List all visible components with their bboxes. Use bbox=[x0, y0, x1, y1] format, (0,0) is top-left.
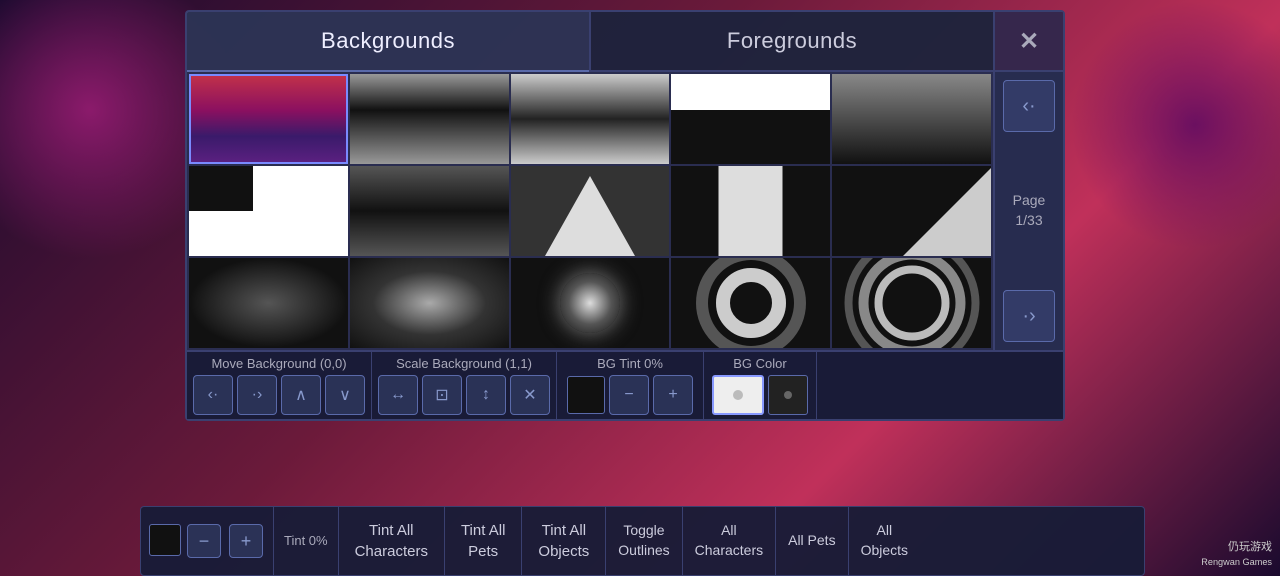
page-label: Page bbox=[1013, 192, 1046, 208]
next-page-button[interactable]: ·› bbox=[1003, 290, 1055, 342]
chevron-left-icon: ‹· bbox=[1022, 95, 1035, 118]
bg-color-label: BG Color bbox=[733, 356, 786, 371]
bottom-tint-label: Tint 0% bbox=[284, 533, 328, 550]
bottom-minus-icon: − bbox=[199, 531, 210, 552]
page-value: 1/33 bbox=[1015, 212, 1042, 228]
scale-bg-buttons: ↔ ⊡ ↕ ✕ bbox=[378, 375, 550, 415]
bg-cell-2-4[interactable] bbox=[671, 166, 830, 256]
bg-cell-1-5[interactable] bbox=[832, 74, 991, 164]
plus-icon: + bbox=[668, 386, 677, 404]
scale-expand-horiz-button[interactable]: ↔ bbox=[378, 375, 418, 415]
tint-all-characters-button[interactable]: Tint AllCharacters bbox=[339, 507, 445, 575]
bottom-tint-plus-button[interactable]: + bbox=[229, 524, 263, 558]
bg-tint-controls: − + bbox=[567, 375, 693, 415]
tint-all-objects-label: Tint AllObjects bbox=[538, 520, 589, 562]
bg-color-swatches bbox=[712, 375, 808, 415]
minus-icon: − bbox=[624, 386, 633, 404]
bg-color-white-swatch[interactable] bbox=[712, 375, 764, 415]
bg-cell-3-3[interactable] bbox=[511, 258, 670, 348]
close-button[interactable]: ✕ bbox=[993, 12, 1063, 72]
main-panel: Backgrounds Foregrounds ✕ bbox=[185, 10, 1065, 421]
tab-row: Backgrounds Foregrounds ✕ bbox=[187, 12, 1063, 72]
page-info: Page 1/33 bbox=[1013, 191, 1046, 230]
arrow-up-icon: ∧ bbox=[295, 385, 307, 405]
scale-x-button[interactable]: ✕ bbox=[510, 375, 550, 415]
logo-area: 仍玩游戏Rengwan Games bbox=[1201, 538, 1272, 568]
expand-vert-icon: ↕ bbox=[482, 386, 490, 404]
scale-bg-label: Scale Background (1,1) bbox=[396, 356, 532, 371]
all-pets-label: All Pets bbox=[788, 531, 835, 551]
concentric-rings-multi bbox=[874, 266, 949, 341]
bg-color-group: BG Color bbox=[704, 352, 817, 419]
move-bg-label: Move Background (0,0) bbox=[211, 356, 346, 371]
bg-cell-2-3[interactable] bbox=[511, 166, 670, 256]
arrow-right-icon: ·› bbox=[252, 386, 263, 404]
tint-all-pets-button[interactable]: Tint AllPets bbox=[445, 507, 522, 575]
scale-bg-group: Scale Background (1,1) ↔ ⊡ ↕ ✕ bbox=[372, 352, 557, 419]
bottom-tint-label-section: Tint 0% bbox=[274, 507, 339, 575]
close-icon: ✕ bbox=[1019, 27, 1039, 56]
all-pets-button[interactable]: All Pets bbox=[776, 507, 848, 575]
bg-cell-3-4[interactable] bbox=[671, 258, 830, 348]
tab-backgrounds-label: Backgrounds bbox=[321, 28, 455, 54]
bg-tint-plus-button[interactable]: + bbox=[653, 375, 693, 415]
content-area: ‹· Page 1/33 ·› bbox=[187, 72, 1063, 350]
tab-foregrounds[interactable]: Foregrounds bbox=[591, 12, 993, 72]
move-bg-buttons: ‹· ·› ∧ ∨ bbox=[193, 375, 365, 415]
bg-tint-label: BG Tint 0% bbox=[597, 356, 663, 371]
white-swatch-dot bbox=[733, 390, 743, 400]
move-bg-left-button[interactable]: ‹· bbox=[193, 375, 233, 415]
tint-all-objects-button[interactable]: Tint AllObjects bbox=[522, 507, 606, 575]
nav-sidebar: ‹· Page 1/33 ·› bbox=[993, 72, 1063, 350]
expand-horiz-icon: ↔ bbox=[390, 386, 406, 404]
bg-cell-2-1[interactable] bbox=[189, 166, 348, 256]
all-objects-label: AllObjects bbox=[861, 521, 908, 560]
toggle-outlines-label: ToggleOutlines bbox=[618, 521, 669, 560]
bg-tint-group: BG Tint 0% − + bbox=[557, 352, 704, 419]
bg-cell-2-2[interactable] bbox=[350, 166, 509, 256]
bg-cell-3-1[interactable] bbox=[189, 258, 348, 348]
bg-color-dark-swatch[interactable] bbox=[768, 375, 808, 415]
bg-cell-1-4[interactable] bbox=[671, 74, 830, 164]
tab-foregrounds-label: Foregrounds bbox=[727, 28, 857, 54]
scale-x-icon: ✕ bbox=[523, 385, 536, 405]
move-bg-right-button[interactable]: ·› bbox=[237, 375, 277, 415]
tab-backgrounds[interactable]: Backgrounds bbox=[187, 12, 589, 72]
shrink-horiz-icon: ⊡ bbox=[435, 385, 448, 405]
bg-cell-1-2[interactable] bbox=[350, 74, 509, 164]
scale-shrink-horiz-button[interactable]: ⊡ bbox=[422, 375, 462, 415]
bg-cell-1-1[interactable] bbox=[189, 74, 348, 164]
bg-tint-swatch[interactable] bbox=[567, 376, 605, 414]
bottom-tint-section: − + bbox=[141, 507, 274, 575]
bottom-toolbar: − + Tint 0% Tint AllCharacters Tint AllP… bbox=[140, 506, 1145, 576]
move-bg-group: Move Background (0,0) ‹· ·› ∧ ∨ bbox=[187, 352, 372, 419]
bg-cell-2-5[interactable] bbox=[832, 166, 991, 256]
all-objects-button[interactable]: AllObjects bbox=[849, 507, 920, 575]
logo-text: 仍玩游戏Rengwan Games bbox=[1201, 541, 1272, 568]
arrow-left-icon: ‹· bbox=[208, 386, 219, 404]
bottom-tint-minus-button[interactable]: − bbox=[187, 524, 221, 558]
tint-all-chars-label: Tint AllCharacters bbox=[355, 520, 428, 562]
bg-tint-minus-button[interactable]: − bbox=[609, 375, 649, 415]
all-characters-button[interactable]: AllCharacters bbox=[683, 507, 776, 575]
scale-expand-vert-button[interactable]: ↕ bbox=[466, 375, 506, 415]
bg-grid bbox=[187, 72, 993, 350]
controls-row: Move Background (0,0) ‹· ·› ∧ ∨ Scale Ba… bbox=[187, 350, 1063, 419]
toggle-outlines-button[interactable]: ToggleOutlines bbox=[606, 507, 682, 575]
move-bg-up-button[interactable]: ∧ bbox=[281, 375, 321, 415]
all-characters-label: AllCharacters bbox=[695, 521, 763, 560]
prev-page-button[interactable]: ‹· bbox=[1003, 80, 1055, 132]
bg-cell-1-3[interactable] bbox=[511, 74, 670, 164]
dark-swatch-dot bbox=[784, 391, 792, 399]
bg-cell-3-5[interactable] bbox=[832, 258, 991, 348]
tint-all-pets-label: Tint AllPets bbox=[461, 520, 505, 562]
bottom-plus-icon: + bbox=[241, 531, 252, 552]
concentric-ring-single bbox=[716, 268, 786, 338]
bottom-tint-swatch[interactable] bbox=[149, 524, 181, 556]
move-bg-down-button[interactable]: ∨ bbox=[325, 375, 365, 415]
chevron-right-icon: ·› bbox=[1022, 305, 1035, 328]
arrow-down-icon: ∨ bbox=[339, 385, 351, 405]
bg-cell-3-2[interactable] bbox=[350, 258, 509, 348]
